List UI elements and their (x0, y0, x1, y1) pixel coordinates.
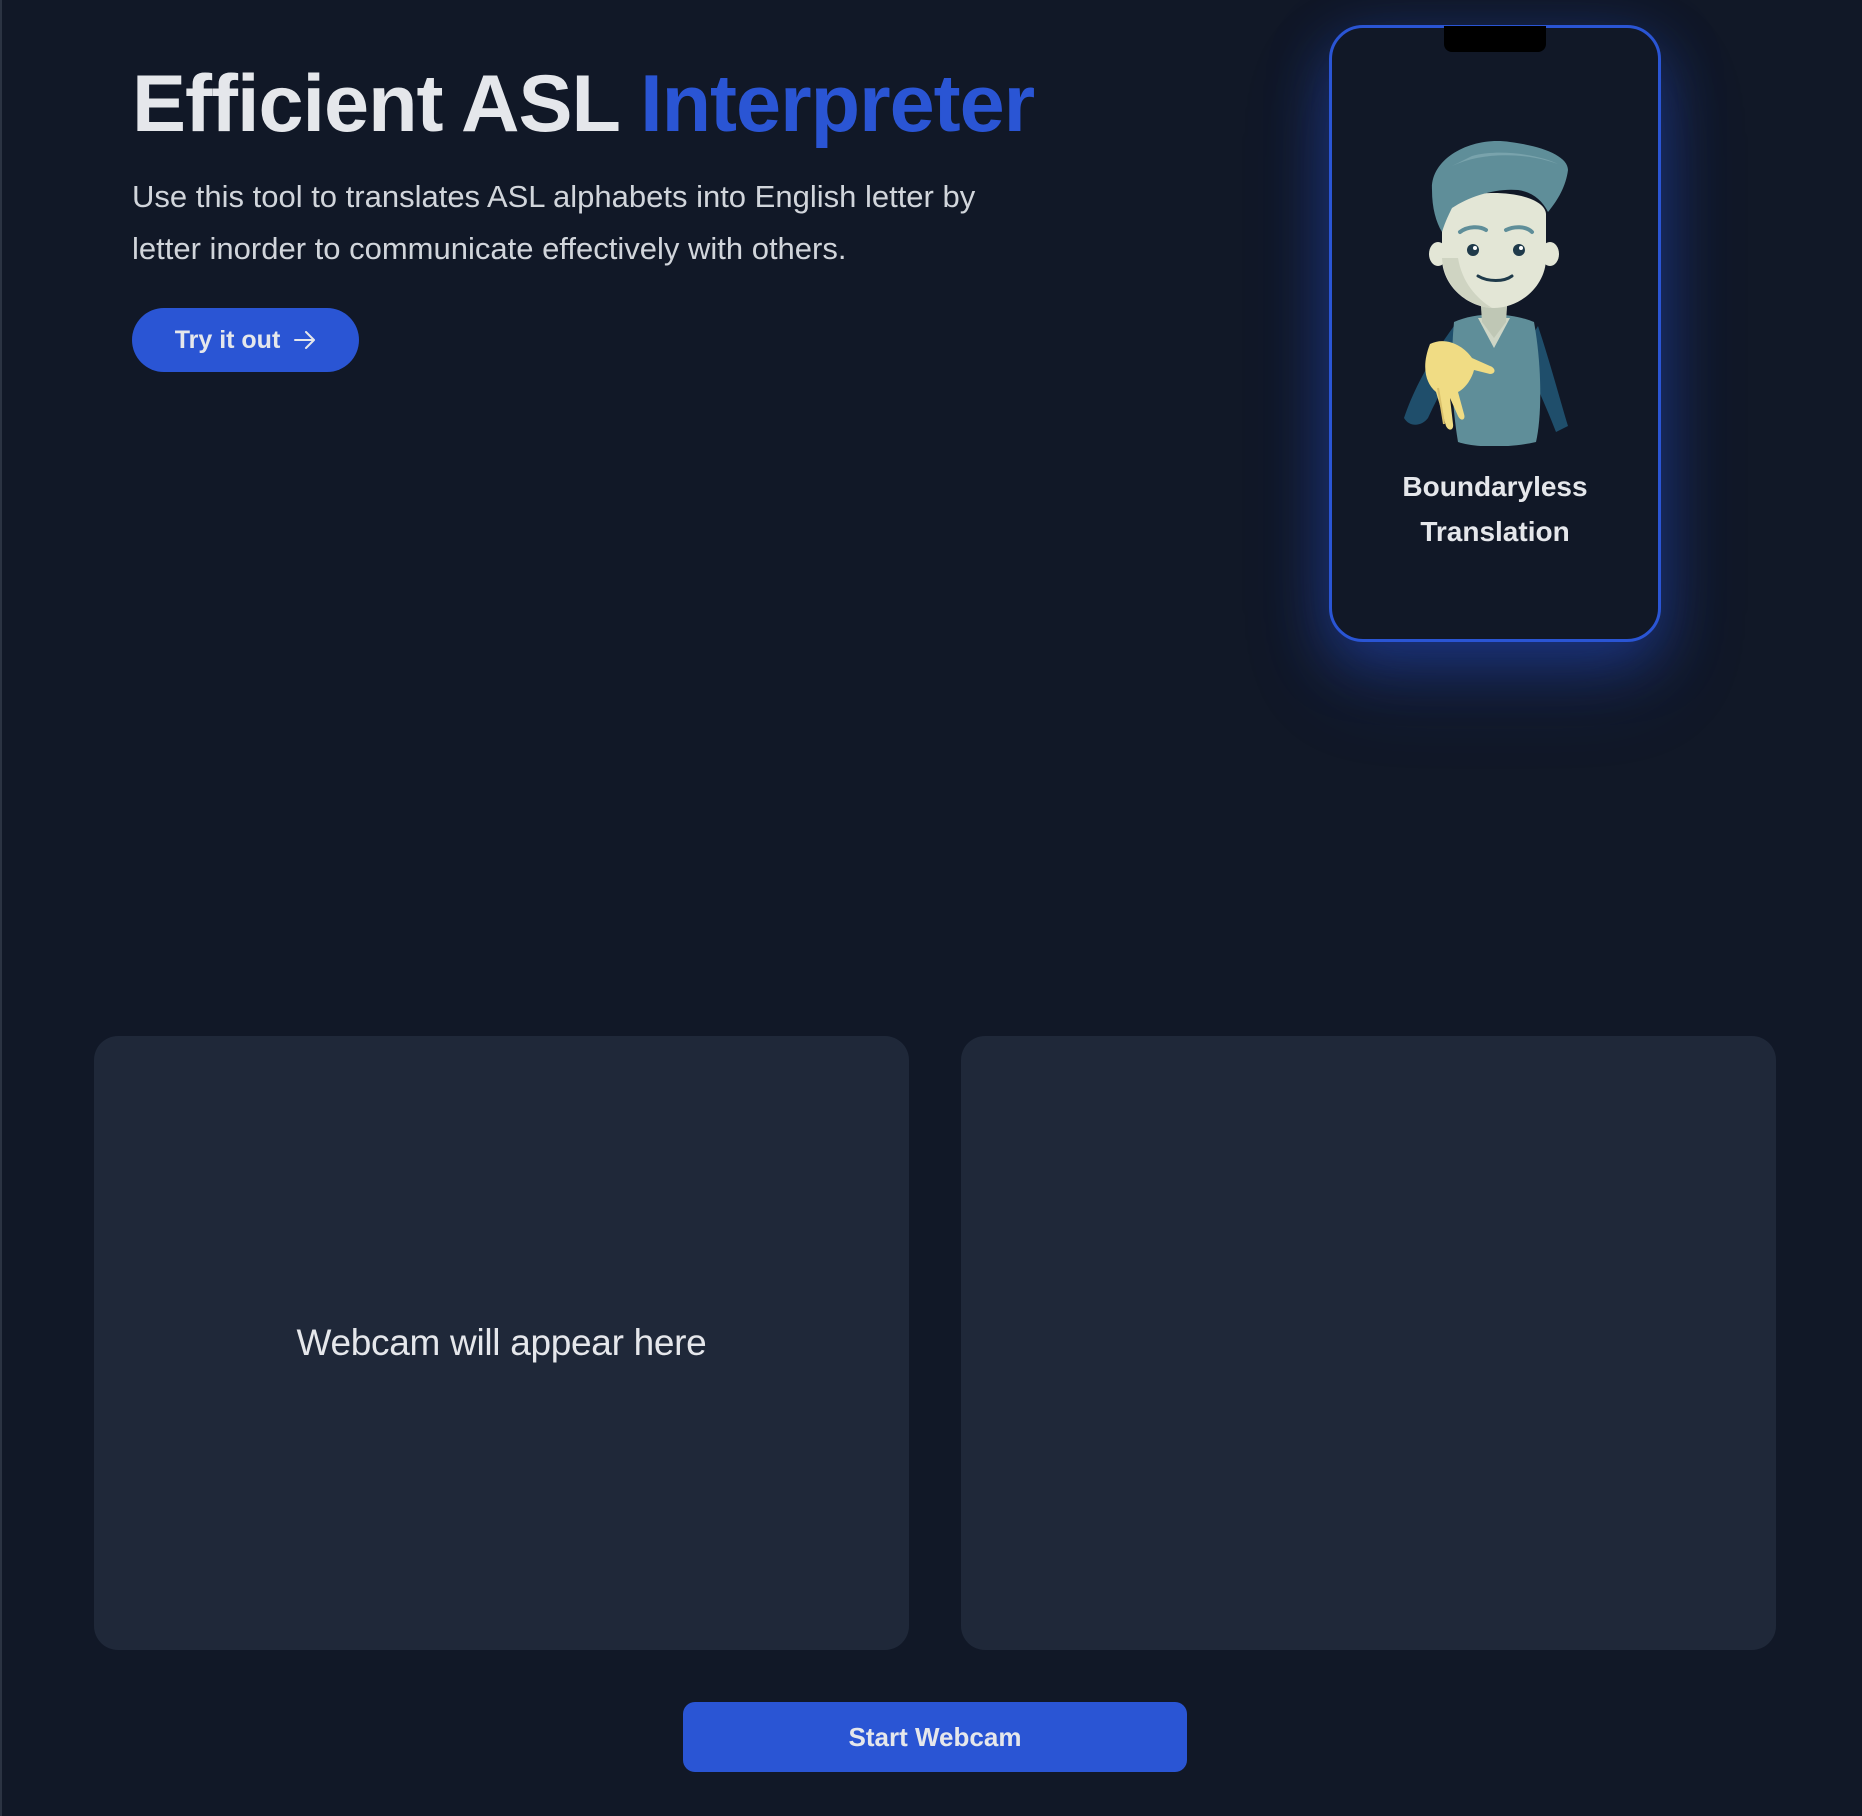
output-panel (961, 1036, 1776, 1650)
start-webcam-button[interactable]: Start Webcam (683, 1702, 1187, 1772)
webcam-panel: Webcam will appear here (94, 1036, 909, 1650)
caption-line-1: Boundaryless (1402, 471, 1588, 502)
title-main: Efficient ASL (132, 59, 641, 149)
phone-notch (1444, 26, 1546, 52)
phone-caption: Boundaryless Translation (1332, 464, 1658, 554)
hero-section: Efficient ASL Interpreter Use this tool … (132, 54, 1035, 275)
window-edge (0, 0, 2, 1816)
hero-description: Use this tool to translates ASL alphabet… (132, 179, 976, 266)
webcam-placeholder-text: Webcam will appear here (296, 1322, 707, 1363)
caption-line-2: Translation (1420, 516, 1570, 547)
phone-mockup-card: Boundaryless Translation (1329, 25, 1661, 642)
try-it-out-button[interactable]: Try it out (132, 308, 359, 372)
page-title: Efficient ASL Interpreter (132, 54, 1035, 155)
title-accent: Interpreter (640, 59, 1035, 149)
signing-person-illustration (1404, 141, 1568, 446)
try-it-out-label: Try it out (174, 325, 281, 354)
arrow-right-icon (294, 331, 316, 349)
